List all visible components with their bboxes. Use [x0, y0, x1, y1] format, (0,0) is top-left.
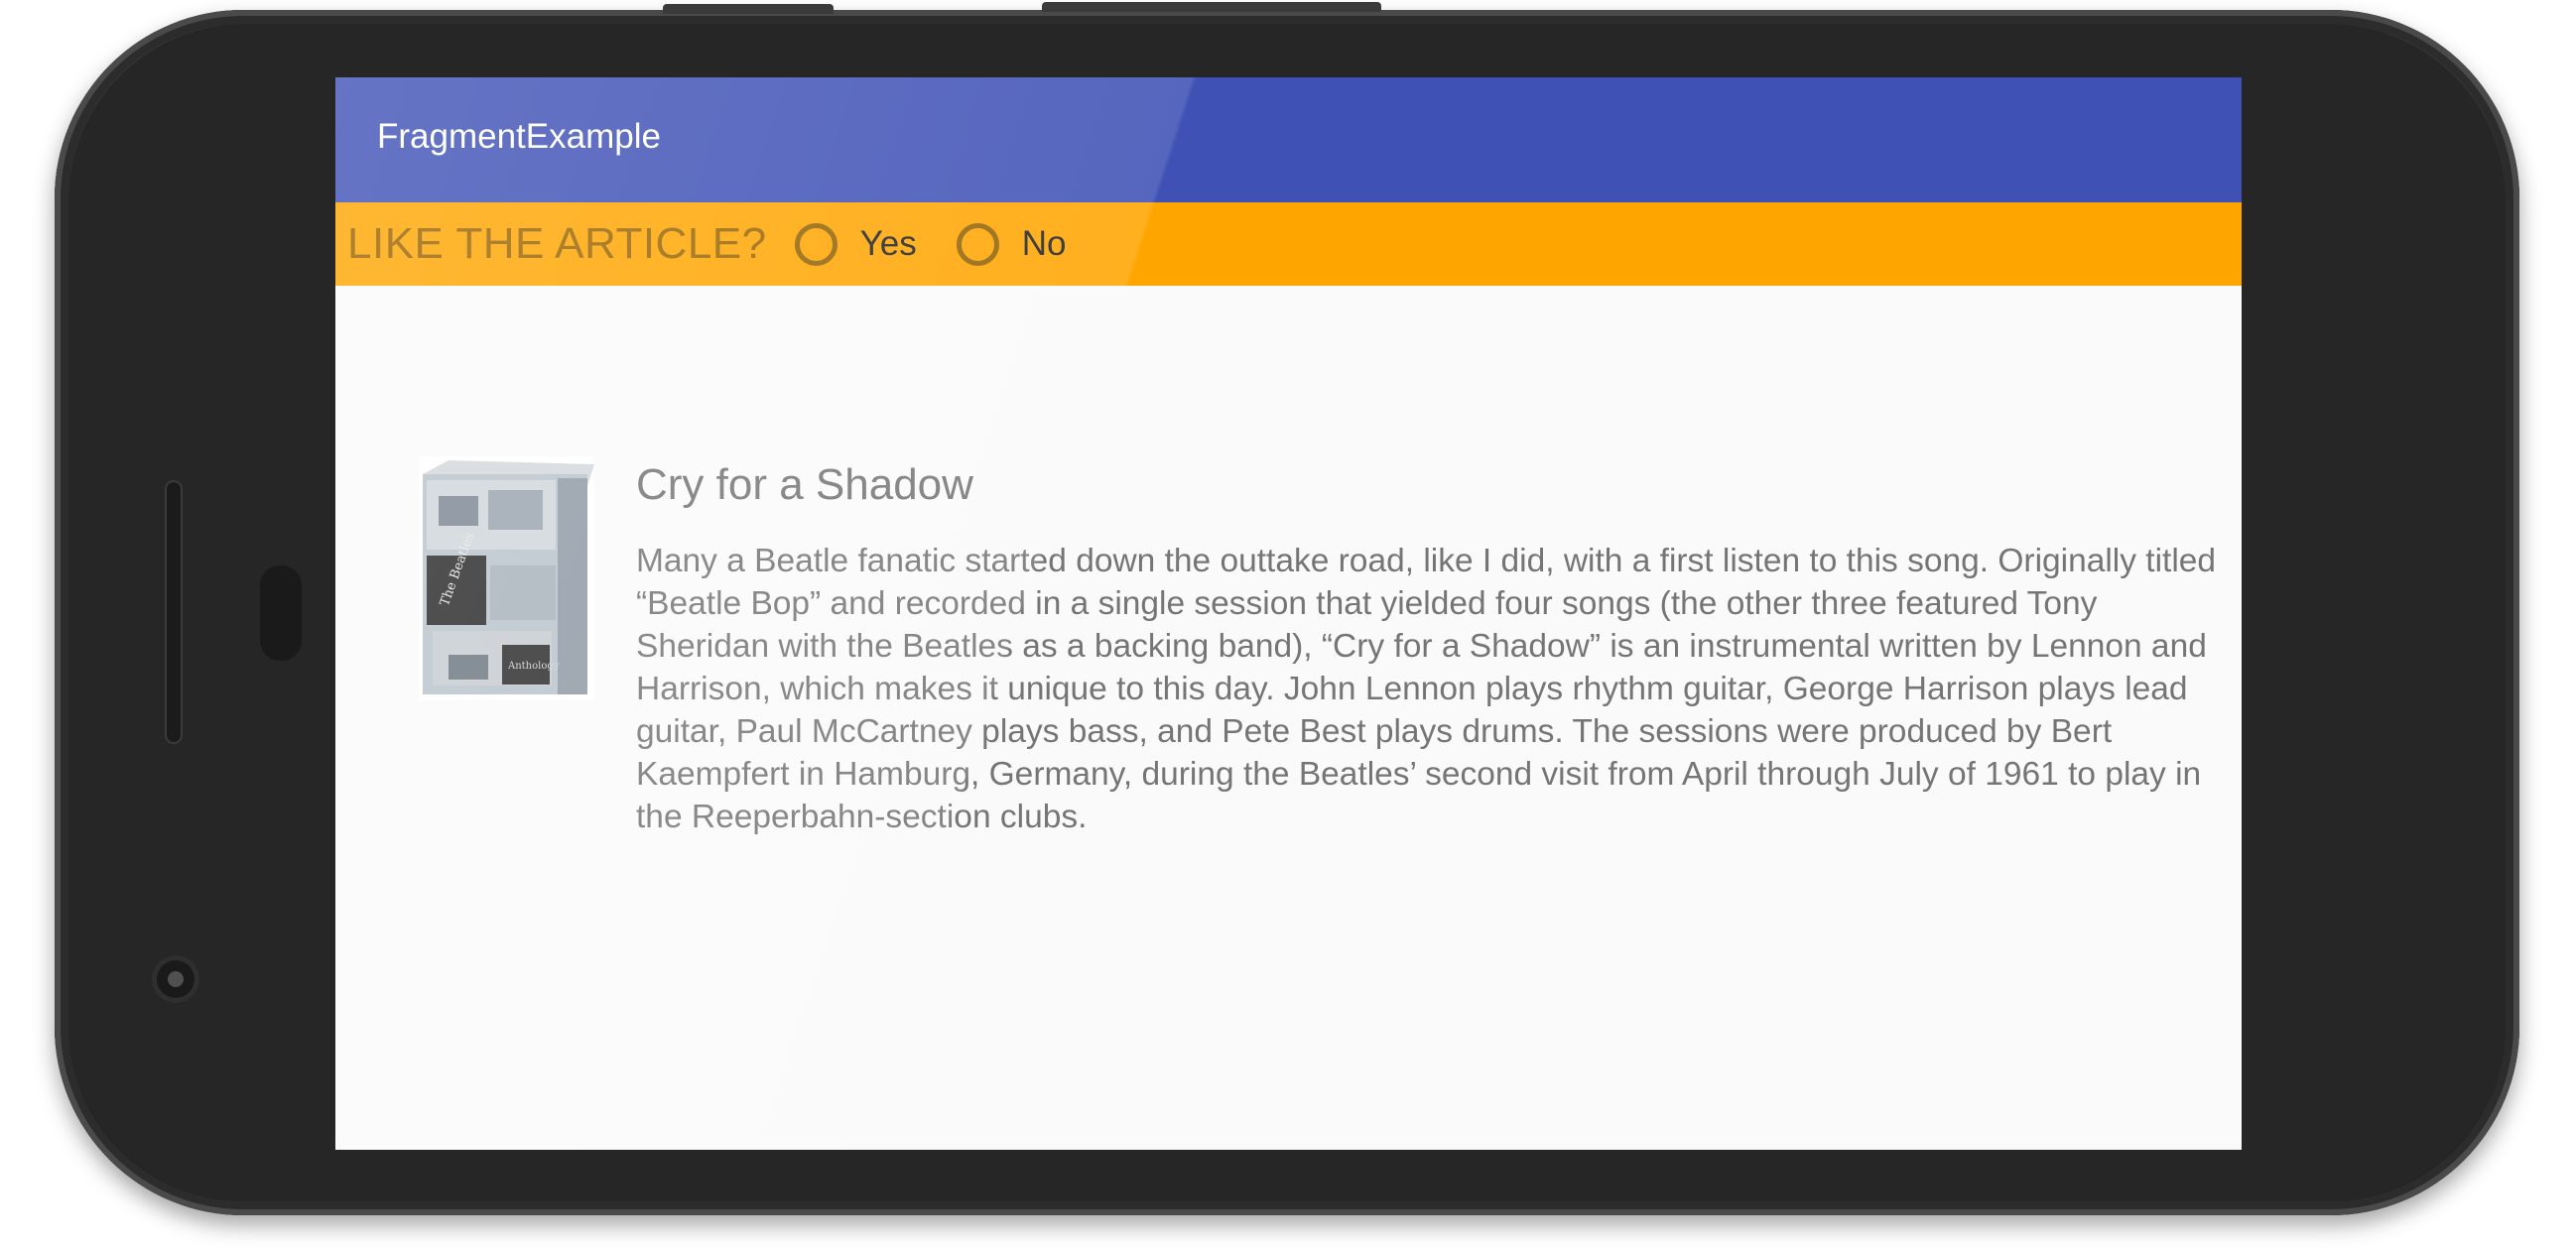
radio-yes[interactable]: Yes: [794, 222, 917, 266]
radio-unchecked-icon[interactable]: [956, 222, 999, 266]
front-camera-icon: [152, 955, 199, 1003]
radio-unchecked-icon[interactable]: [794, 222, 837, 266]
earpiece-speaker: [165, 480, 183, 744]
simple-fragment: LIKE THE ARTICLE? Yes No: [335, 202, 2242, 286]
device-screen: FragmentExample LIKE THE ARTICLE? Yes No…: [335, 77, 2242, 1150]
app-bar: FragmentExample: [335, 77, 2242, 202]
radio-no[interactable]: No: [956, 222, 1067, 266]
power-button: [1042, 2, 1381, 12]
proximity-sensor: [260, 565, 302, 661]
svg-text:Anthology: Anthology: [507, 661, 560, 672]
radio-yes-label[interactable]: Yes: [860, 224, 917, 264]
volume-button: [663, 4, 834, 14]
article-body: Many a Beatle fanatic started down the o…: [636, 543, 2217, 835]
app-title: FragmentExample: [377, 117, 661, 156]
article-heading: Cry for a Shadow: [636, 460, 973, 509]
device-stage: FragmentExample LIKE THE ARTICLE? Yes No…: [0, 0, 2576, 1248]
radio-no-label[interactable]: No: [1022, 224, 1067, 264]
fragment-question: LIKE THE ARTICLE?: [347, 219, 767, 268]
album-cover-image: The Beatles Anthology: [419, 456, 594, 700]
